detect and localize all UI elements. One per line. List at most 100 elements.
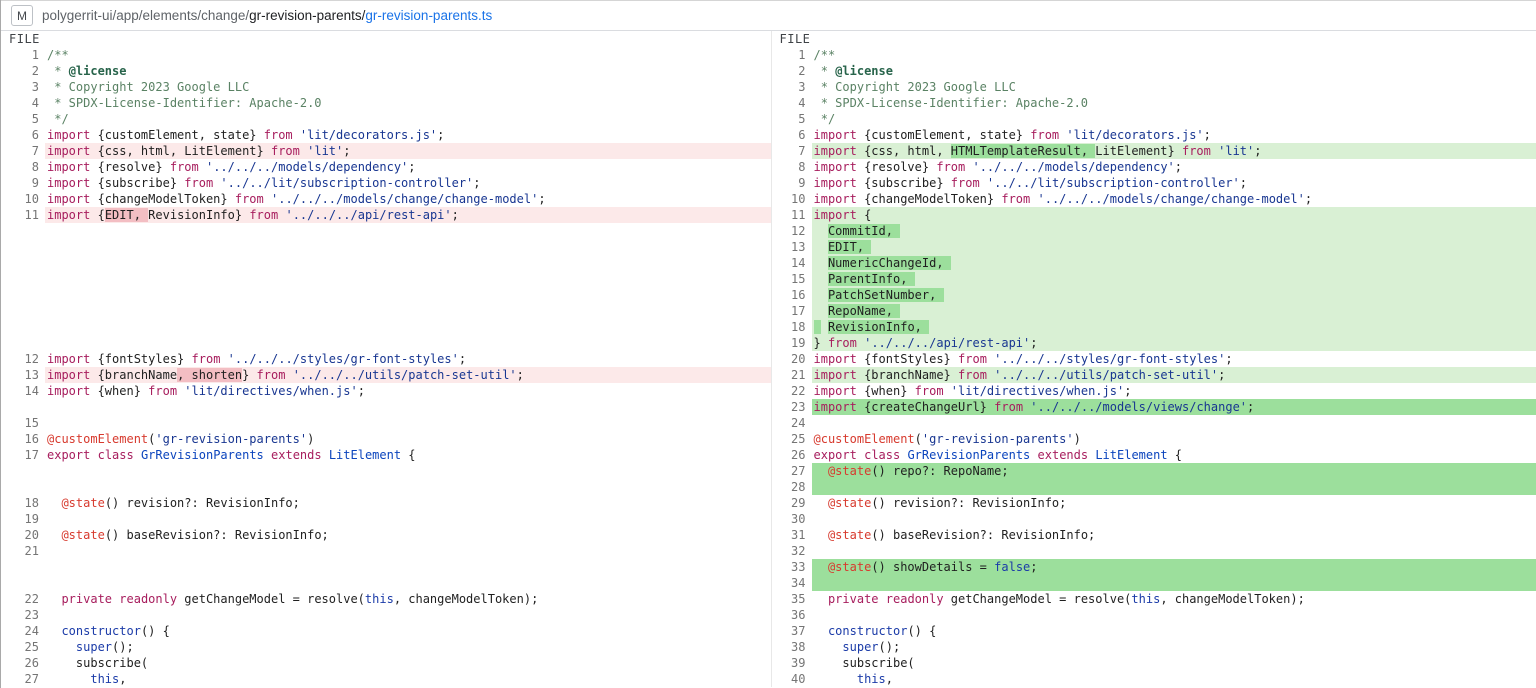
code-line[interactable]	[45, 415, 771, 431]
code-line[interactable]: @customElement('gr-revision-parents')	[45, 431, 771, 447]
code-line[interactable]: export class GrRevisionParents extends L…	[812, 447, 1536, 463]
line-number[interactable]: 7	[1, 143, 45, 159]
code-line[interactable]: * Copyright 2023 Google LLC	[812, 79, 1536, 95]
code-line[interactable]: super();	[812, 639, 1536, 655]
code-line[interactable]: } from '../../../api/rest-api';	[812, 335, 1536, 351]
line-number[interactable]: 3	[1, 79, 45, 95]
line-number[interactable]: 2	[772, 63, 812, 79]
code-line[interactable]: import {changeModelToken} from '../../..…	[812, 191, 1536, 207]
line-number[interactable]: 27	[1, 671, 45, 687]
code-line[interactable]: @state() revision?: RevisionInfo;	[812, 495, 1536, 511]
line-number[interactable]: 7	[772, 143, 812, 159]
line-number[interactable]: 9	[1, 175, 45, 191]
line-number[interactable]: 10	[1, 191, 45, 207]
line-number[interactable]: 15	[1, 415, 45, 431]
line-number[interactable]: 13	[1, 367, 45, 383]
line-number[interactable]: 39	[772, 655, 812, 671]
line-number[interactable]: 17	[772, 303, 812, 319]
line-number[interactable]: 17	[1, 447, 45, 463]
line-number[interactable]: 18	[1, 495, 45, 511]
code-line[interactable]: /**	[45, 47, 771, 63]
line-number[interactable]: 26	[1, 655, 45, 671]
line-number[interactable]: 34	[772, 575, 812, 591]
code-line[interactable]	[45, 511, 771, 527]
code-line[interactable]: super();	[45, 639, 771, 655]
line-number[interactable]: 35	[772, 591, 812, 607]
code-line[interactable]: import {branchName, shorten} from '../..…	[45, 367, 771, 383]
code-line[interactable]: private readonly getChangeModel = resolv…	[812, 591, 1536, 607]
line-number[interactable]: 18	[772, 319, 812, 335]
code-line[interactable]: export class GrRevisionParents extends L…	[45, 447, 771, 463]
code-line[interactable]: @state() showDetails = false;	[812, 559, 1536, 575]
line-number[interactable]: 21	[772, 367, 812, 383]
code-line[interactable]	[45, 607, 771, 623]
code-line[interactable]: RevisionInfo,	[812, 319, 1536, 335]
line-number[interactable]: 8	[772, 159, 812, 175]
code-line[interactable]: @state() revision?: RevisionInfo;	[45, 495, 771, 511]
line-number[interactable]: 5	[772, 111, 812, 127]
code-line[interactable]: * @license	[45, 63, 771, 79]
line-number[interactable]: 25	[1, 639, 45, 655]
code-line[interactable]: import {subscribe} from '../../lit/subsc…	[812, 175, 1536, 191]
code-line[interactable]: constructor() {	[45, 623, 771, 639]
line-number[interactable]: 5	[1, 111, 45, 127]
line-number[interactable]: 14	[772, 255, 812, 271]
line-number[interactable]: 29	[772, 495, 812, 511]
code-line[interactable]: PatchSetNumber,	[812, 287, 1536, 303]
code-line[interactable]: import {when} from 'lit/directives/when.…	[812, 383, 1536, 399]
code-line[interactable]: private readonly getChangeModel = resolv…	[45, 591, 771, 607]
line-number[interactable]: 40	[772, 671, 812, 687]
code-line[interactable]: */	[45, 111, 771, 127]
code-line[interactable]: this,	[45, 671, 771, 687]
code-line[interactable]: import {resolve} from '../../../models/d…	[45, 159, 771, 175]
code-line[interactable]: import {createChangeUrl} from '../../../…	[812, 399, 1536, 415]
line-number[interactable]: 25	[772, 431, 812, 447]
code-line[interactable]: * Copyright 2023 Google LLC	[45, 79, 771, 95]
code-line[interactable]: this,	[812, 671, 1536, 687]
code-line[interactable]	[812, 607, 1536, 623]
line-number[interactable]: 11	[1, 207, 45, 223]
code-line[interactable]: subscribe(	[812, 655, 1536, 671]
code-line[interactable]: import {resolve} from '../../../models/d…	[812, 159, 1536, 175]
line-number[interactable]: 33	[772, 559, 812, 575]
code-line[interactable]: import {customElement, state} from 'lit/…	[45, 127, 771, 143]
line-number[interactable]: 23	[1, 607, 45, 623]
line-number[interactable]: 4	[1, 95, 45, 111]
code-line[interactable]: /**	[812, 47, 1536, 63]
code-line[interactable]	[812, 511, 1536, 527]
code-line[interactable]	[812, 575, 1536, 591]
line-number[interactable]: 30	[772, 511, 812, 527]
line-number[interactable]: 37	[772, 623, 812, 639]
line-number[interactable]: 26	[772, 447, 812, 463]
code-line[interactable]: import {css, html, HTMLTemplateResult, L…	[812, 143, 1536, 159]
code-line[interactable]: import {fontStyles} from '../../../style…	[812, 351, 1536, 367]
code-line[interactable]: ParentInfo,	[812, 271, 1536, 287]
file-name-link[interactable]: gr-revision-parents.ts	[365, 8, 492, 23]
line-number[interactable]: 21	[1, 543, 45, 559]
line-number[interactable]: 16	[772, 287, 812, 303]
code-line[interactable]: EDIT,	[812, 239, 1536, 255]
line-number[interactable]: 14	[1, 383, 45, 399]
code-line[interactable]: import {css, html, LitElement} from 'lit…	[45, 143, 771, 159]
code-line[interactable]: import {subscribe} from '../../lit/subsc…	[45, 175, 771, 191]
code-line[interactable]: import {when} from 'lit/directives/when.…	[45, 383, 771, 399]
line-number[interactable]: 24	[1, 623, 45, 639]
code-line[interactable]: constructor() {	[812, 623, 1536, 639]
code-line[interactable]: @state() baseRevision?: RevisionInfo;	[812, 527, 1536, 543]
line-number[interactable]: 12	[772, 223, 812, 239]
line-number[interactable]: 36	[772, 607, 812, 623]
code-line[interactable]: @state() repo?: RepoName;	[812, 463, 1536, 479]
code-line[interactable]: import {customElement, state} from 'lit/…	[812, 127, 1536, 143]
line-number[interactable]: 19	[1, 511, 45, 527]
code-line[interactable]: @state() baseRevision?: RevisionInfo;	[45, 527, 771, 543]
code-line[interactable]: subscribe(	[45, 655, 771, 671]
line-number[interactable]: 22	[772, 383, 812, 399]
line-number[interactable]: 10	[772, 191, 812, 207]
line-number[interactable]: 32	[772, 543, 812, 559]
line-number[interactable]: 24	[772, 415, 812, 431]
code-line[interactable]	[812, 415, 1536, 431]
line-number[interactable]: 2	[1, 63, 45, 79]
line-number[interactable]: 8	[1, 159, 45, 175]
line-number[interactable]: 31	[772, 527, 812, 543]
line-number[interactable]: 3	[772, 79, 812, 95]
